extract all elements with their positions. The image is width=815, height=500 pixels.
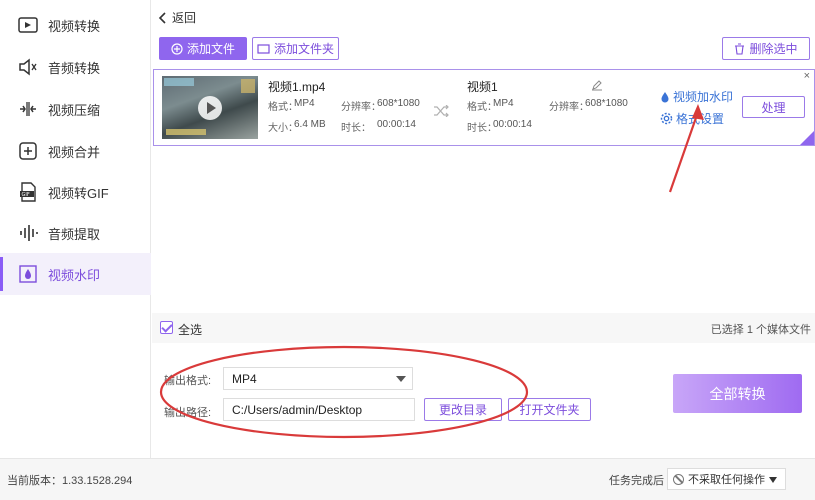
output-format: MP4 [493, 98, 514, 109]
audio-convert-icon [19, 58, 37, 76]
add-folder-button[interactable]: 添加文件夹 [252, 37, 339, 60]
sidebar-item-audio-convert[interactable]: 音频转换 [0, 46, 151, 88]
back-button[interactable]: 返回 [158, 9, 196, 26]
delete-selected-button[interactable]: 删除选中 [722, 37, 810, 60]
source-resolution: 608*1080 [377, 98, 420, 109]
sidebar-item-label: 视频转换 [48, 18, 101, 34]
after-complete-label: 任务完成后 [609, 475, 664, 487]
source-resolution-label: 分辨率： [341, 102, 381, 113]
chevron-down-icon [396, 376, 406, 382]
shuffle-icon [434, 105, 449, 117]
plus-circle-icon [171, 42, 183, 55]
selected-count: 已选择 1 个媒体文件 [710, 324, 811, 336]
output-format-value: MP4 [232, 371, 257, 386]
output-resolution-label: 分辨率： [549, 102, 589, 113]
change-directory-label: 更改目录 [438, 403, 487, 417]
source-duration-label: 时长： [341, 123, 371, 134]
output-duration: 00:00:14 [493, 119, 532, 130]
video-thumbnail[interactable] [162, 76, 258, 139]
trash-icon [735, 42, 745, 55]
file-card[interactable]: 视频1.mp4 格式： MP4 分辨率： 608*1080 大小： 6.4 MB… [153, 69, 815, 146]
delete-selected-label: 删除选中 [749, 42, 798, 56]
open-folder-button[interactable]: 打开文件夹 [508, 398, 591, 421]
sidebar-item-video-watermark[interactable]: 视频水印 [0, 253, 151, 295]
app-window: 视频转换 音频转换 视频压缩 视频合并 GIF 视频转GIF 音频提取 视频水印… [0, 0, 815, 500]
output-path-title: 输出路径: [164, 407, 212, 419]
after-complete-select[interactable]: 不采取任何操作 [667, 468, 786, 490]
svg-text:GIF: GIF [22, 192, 30, 198]
source-file-name: 视频1.mp4 [268, 80, 326, 94]
output-format-select[interactable]: MP4 [223, 367, 413, 390]
select-all-row: 全选 已选择 1 个媒体文件 [152, 313, 815, 343]
source-duration: 00:00:14 [377, 119, 416, 130]
format-settings-link[interactable]: 格式设置 [660, 110, 724, 127]
add-watermark-label: 视频加水印 [673, 90, 734, 104]
process-button[interactable]: 处理 [742, 96, 805, 118]
audio-extract-icon [20, 225, 38, 241]
compress-icon [20, 102, 36, 116]
source-size: 6.4 MB [294, 119, 326, 130]
sidebar-item-label: 音频提取 [48, 226, 101, 242]
output-file-name[interactable]: 视频1 [467, 78, 498, 95]
back-label: 返回 [172, 11, 197, 25]
convert-all-button[interactable]: 全部转换 [673, 374, 802, 413]
change-directory-button[interactable]: 更改目录 [424, 398, 502, 421]
version-text: 当前版本：1.33.1528.294 [7, 475, 133, 487]
thumbnail-hud-badge [241, 79, 255, 93]
sidebar-item-video-gif[interactable]: GIF 视频转GIF [0, 171, 151, 213]
thumbnail-hud [164, 78, 194, 86]
select-all-checkbox[interactable] [160, 321, 173, 334]
edit-icon[interactable] [591, 79, 603, 91]
convert-all-label: 全部转换 [709, 385, 766, 402]
process-label: 处理 [761, 100, 786, 115]
sidebar-item-label: 视频压缩 [48, 102, 101, 118]
output-settings: 输出格式: MP4 输出路径: C:/Users/admin/Desktop 更… [152, 343, 815, 458]
after-complete-value: 不采取任何操作 [688, 474, 765, 486]
sidebar: 视频转换 音频转换 视频压缩 视频合并 GIF 视频转GIF 音频提取 视频水印 [0, 0, 151, 458]
play-icon[interactable] [198, 96, 222, 120]
video-convert-icon [18, 17, 38, 33]
sidebar-item-video-convert[interactable]: 视频转换 [0, 4, 151, 46]
sidebar-item-label: 音频转换 [48, 60, 101, 76]
selected-corner-icon [800, 131, 814, 145]
source-format: MP4 [294, 98, 315, 109]
output-resolution: 608*1080 [585, 98, 628, 109]
add-watermark-link[interactable]: 视频加水印 [660, 88, 733, 105]
sidebar-item-label: 视频转GIF [48, 185, 109, 201]
folder-icon [257, 44, 270, 54]
add-file-button[interactable]: 添加文件 [159, 37, 247, 60]
gif-icon: GIF [20, 182, 36, 202]
thumbnail-bar [166, 129, 206, 135]
sidebar-item-audio-extract[interactable]: 音频提取 [0, 212, 151, 254]
add-folder-label: 添加文件夹 [273, 42, 334, 56]
sidebar-item-video-merge[interactable]: 视频合并 [0, 130, 151, 172]
sidebar-item-label: 视频合并 [48, 144, 101, 160]
ban-icon [673, 474, 684, 485]
add-file-label: 添加文件 [186, 42, 235, 56]
chevron-down-icon [769, 477, 777, 483]
merge-icon [19, 142, 37, 160]
select-all-label: 全选 [178, 323, 203, 337]
chevron-left-icon [158, 11, 166, 24]
output-format-title: 输出格式: [164, 375, 212, 387]
gear-icon [660, 112, 673, 125]
sidebar-item-label: 视频水印 [48, 267, 101, 283]
output-path-field[interactable]: C:/Users/admin/Desktop [223, 398, 415, 421]
open-folder-label: 打开文件夹 [519, 403, 580, 417]
droplet-icon [661, 91, 669, 102]
status-bar: 当前版本：1.33.1528.294 任务完成后 不采取任何操作 [0, 458, 815, 500]
format-settings-label: 格式设置 [676, 112, 725, 126]
sidebar-item-video-compress[interactable]: 视频压缩 [0, 88, 151, 130]
output-path-value: C:/Users/admin/Desktop [232, 402, 363, 417]
watermark-icon [19, 265, 37, 283]
close-icon[interactable]: × [804, 70, 810, 82]
main-panel: 返回 添加文件 添加文件夹 删除选中 视频1.mp4 格式： MP4 分辨率： … [152, 0, 815, 458]
